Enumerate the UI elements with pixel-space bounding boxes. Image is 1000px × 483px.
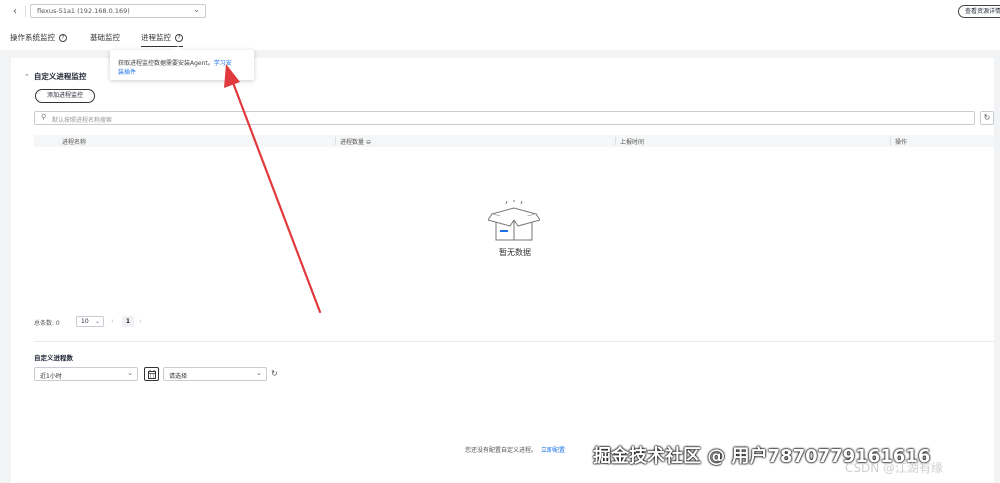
time-range-value: 近1小时 [40, 373, 62, 380]
next-page-icon[interactable]: › [139, 317, 142, 325]
refresh-icon[interactable]: ↻ [980, 111, 994, 125]
section-divider [34, 341, 994, 342]
time-range-select[interactable]: 近1小时 ⌄ [34, 367, 138, 381]
trend-title: 自定义进程数 [34, 354, 73, 362]
chevron-down-icon: ⌄ [94, 318, 100, 325]
chevron-left-icon[interactable]: ‹ [13, 6, 17, 17]
prev-page-icon[interactable]: ‹ [111, 317, 114, 325]
tab-label: 操作系统监控 [10, 33, 55, 42]
help-icon[interactable]: ? [175, 34, 183, 42]
top-bar: ‹ flexus-51a1 (192.168.0.169) ⌄ 查看资源详情 操… [0, 0, 1000, 50]
column-process-count[interactable]: 进程数量 ⊖ [340, 137, 371, 146]
no-config-message: 您还没有配置自定义进程。 立即配置 [465, 445, 565, 454]
install-agent-link[interactable]: 学习安 [214, 60, 232, 67]
process-select[interactable]: 请选择 ⌄ [163, 367, 267, 381]
agent-tooltip: 获取进程监控数据需要安装Agent。学习安 装插件 [110, 46, 254, 80]
tab-os-monitoring[interactable]: 操作系统监控? [10, 32, 67, 43]
tooltip-message: 获取进程监控数据需要安装Agent。 [118, 60, 214, 67]
instance-select[interactable]: flexus-51a1 (192.168.0.169) ⌄ [30, 4, 206, 18]
column-divider [335, 137, 336, 145]
configure-now-link[interactable]: 立即配置 [541, 447, 565, 454]
collapse-icon[interactable]: ⌃ [24, 73, 30, 81]
tooltip-arrow [174, 46, 182, 50]
column-process-name: 进程名称 [62, 139, 87, 146]
no-config-text: 您还没有配置自定义进程。 [465, 447, 538, 454]
view-resource-button[interactable]: 查看资源详情 [958, 5, 1000, 18]
column-report-time: 上报时间 [620, 139, 645, 146]
search-input[interactable]: ⚲ 默认按照进程名称搜索 [34, 111, 975, 125]
column-actions: 操作 [895, 139, 908, 146]
column-divider [890, 137, 891, 145]
search-icon: ⚲ [41, 113, 47, 121]
search-placeholder: 默认按照进程名称搜索 [52, 117, 113, 124]
divider [25, 6, 26, 17]
tooltip-text: 获取进程监控数据需要安装Agent。学习安 [118, 58, 232, 67]
column-label: 进程数量 [340, 139, 365, 146]
chevron-down-icon: ⌄ [193, 5, 200, 14]
install-agent-link-cont[interactable]: 装插件 [118, 67, 136, 76]
filter-icon[interactable]: ⊖ [366, 139, 371, 146]
page-size-value: 10 [81, 318, 89, 325]
section-title[interactable]: ⌃ 自定义进程监控 [24, 71, 86, 82]
process-select-placeholder: 请选择 [169, 373, 188, 380]
help-icon[interactable]: ? [59, 34, 67, 42]
page-size-select[interactable]: 10 ⌄ [76, 316, 104, 327]
total-count: 总条数: 0 [34, 320, 60, 327]
chevron-down-icon: ⌄ [256, 369, 262, 377]
tab-label: 进程监控 [141, 33, 171, 42]
page-number[interactable]: 1 [122, 316, 134, 327]
tab-basic-monitoring[interactable]: 基础监控 [90, 32, 120, 43]
tab-label: 基础监控 [90, 33, 120, 42]
chevron-down-icon: ⌄ [127, 369, 133, 377]
instance-select-value: flexus-51a1 (192.168.0.169) [37, 7, 130, 15]
calendar-icon [148, 370, 156, 379]
tab-process-monitoring[interactable]: 进程监控? [141, 32, 183, 47]
calendar-button[interactable] [144, 367, 159, 381]
section-title-text: 自定义进程监控 [33, 72, 87, 81]
csdn-watermark: CSDN @江湖有缘 [845, 461, 944, 475]
refresh-icon[interactable]: ↻ [271, 369, 278, 378]
column-divider [615, 137, 616, 145]
empty-state-text: 暂无数据 [499, 248, 531, 257]
table-header: 进程名称 进程数量 ⊖ 上报时间 操作 [34, 135, 994, 147]
add-process-button[interactable]: 添加进程监控 [35, 89, 95, 103]
empty-box-icon [488, 200, 540, 241]
